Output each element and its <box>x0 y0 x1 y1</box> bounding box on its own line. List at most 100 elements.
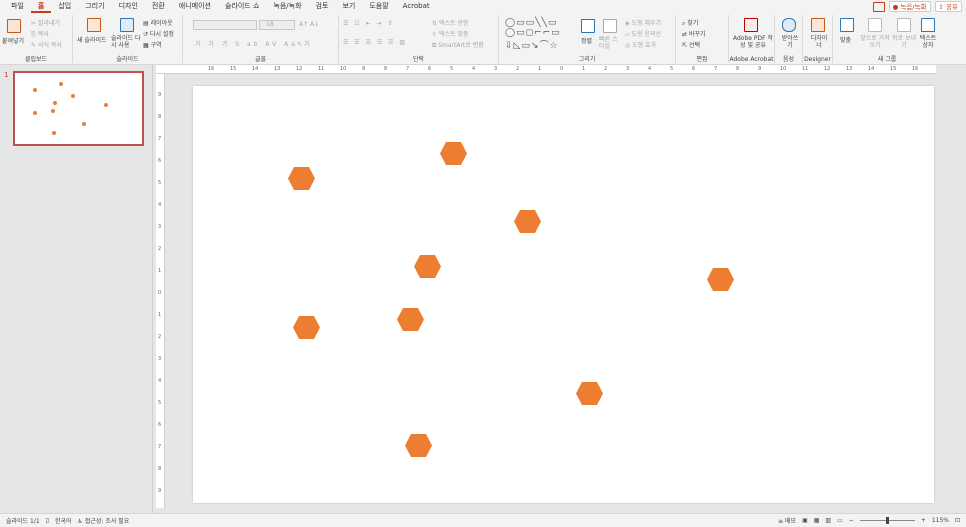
reuse-slides-icon[interactable] <box>120 18 134 32</box>
fit-button[interactable]: 맞춤 <box>840 35 851 44</box>
font-size-combo[interactable]: 18 <box>259 20 295 30</box>
designer-icon[interactable] <box>811 18 825 32</box>
text-direction-button[interactable]: ⇅ 텍스트 방향 <box>432 18 468 27</box>
group-editing: ⌕ 찾기 ⇄ 바꾸기 ⇱ 선택 편집 <box>676 15 729 63</box>
zoom-out-icon[interactable]: − <box>849 517 854 524</box>
hexagon-shape[interactable] <box>440 142 467 165</box>
normal-view-icon[interactable]: ▣ <box>802 517 808 524</box>
tab-file[interactable]: 파일 <box>4 0 31 13</box>
slide-sorter-icon[interactable]: ▦ <box>814 517 820 524</box>
layout-button[interactable]: ▤ 레이아웃 <box>143 18 173 27</box>
hexagon-shape[interactable] <box>405 434 432 457</box>
tab-design[interactable]: 디자인 <box>112 0 145 13</box>
paste-button[interactable]: 붙여넣기 <box>2 36 24 45</box>
language-indicator[interactable]: 한국어 <box>55 516 72 525</box>
hexagon-shape[interactable] <box>576 382 603 405</box>
dictate-button[interactable]: 받아쓰기 <box>779 35 801 49</box>
notes-button[interactable]: ≡ 메모 <box>778 516 796 525</box>
hexagon-fill <box>397 308 424 331</box>
zoom-level[interactable]: 115% <box>932 517 949 524</box>
hexagon-shape[interactable] <box>397 308 424 331</box>
tab-animations[interactable]: 애니메이션 <box>172 0 218 13</box>
copy-button[interactable]: ⎘ 복사 <box>31 29 49 39</box>
select-button[interactable]: ⇱ 선택 <box>682 40 700 49</box>
send-backward-icon[interactable] <box>897 18 911 32</box>
replace-button[interactable]: ⇄ 바꾸기 <box>682 29 706 38</box>
textbox-icon[interactable] <box>921 18 935 32</box>
hexagon-shape[interactable] <box>514 210 541 233</box>
font-format-icons[interactable]: 가 가 가 S ab AV Aa <box>195 39 298 48</box>
tab-review[interactable]: 검토 <box>309 0 336 13</box>
quick-styles-icon[interactable] <box>603 19 617 33</box>
tab-insert[interactable]: 삽입 <box>51 0 78 13</box>
shape-outline-button[interactable]: ▱ 도형 윤곽선 <box>625 29 661 38</box>
shapes-gallery[interactable]: ◯▭▭╲╲▭ ◯▭◻⌐⌐▭ ⇩◺▭↘⌒☆ <box>505 18 561 51</box>
ruler-tick-label: 0 <box>560 66 564 72</box>
bring-forward-button[interactable]: 앞으로 가져오기 <box>858 35 892 49</box>
shape-fill-label: 도형 채우기 <box>631 20 662 27</box>
section-button[interactable]: ▦ 구역 <box>143 40 162 49</box>
tab-transitions[interactable]: 전환 <box>145 0 172 13</box>
paste-icon[interactable] <box>7 19 21 33</box>
tab-draw[interactable]: 그리기 <box>78 0 111 13</box>
tab-home[interactable]: 홈 <box>30 0 52 13</box>
microphone-icon[interactable] <box>782 18 796 32</box>
font-name-combo[interactable] <box>193 20 257 30</box>
shape-effects-button[interactable]: ◎ 도형 효과 <box>625 40 656 49</box>
new-slide-button[interactable]: 새 슬라이드 <box>77 35 107 44</box>
create-pdf-button[interactable]: Adobe PDF 작성 및 공유 <box>732 35 774 49</box>
zoom-slider-thumb[interactable] <box>885 517 889 524</box>
cut-button[interactable]: ✂ 잘라내기 <box>31 18 60 27</box>
quick-styles-button[interactable]: 빠른 스타일 <box>599 36 621 50</box>
find-button[interactable]: ⌕ 찾기 <box>682 18 698 28</box>
cut-label: 잘라내기 <box>37 20 61 27</box>
designer-button[interactable]: 디자이너 <box>809 35 829 49</box>
new-slide-icon[interactable] <box>87 18 101 32</box>
hexagon-shape[interactable] <box>293 316 320 339</box>
ruler-tick-label: 15 <box>230 66 237 72</box>
reset-button[interactable]: ↺ 다시 설정 <box>143 29 174 38</box>
acrobat-icon[interactable] <box>744 18 758 32</box>
ruler-tick-label: 12 <box>296 66 303 72</box>
reuse-slides-button[interactable]: 슬라이드 다시 사용 <box>111 35 145 49</box>
fit-slide-icon[interactable]: ⊡ <box>955 517 960 524</box>
slide-canvas[interactable] <box>193 86 934 503</box>
font-color-icon[interactable]: ✎ 가 <box>297 39 309 48</box>
bring-forward-icon[interactable] <box>868 18 882 32</box>
arrange-icon[interactable] <box>581 19 595 33</box>
format-painter-label: 서식 복사 <box>37 42 62 49</box>
slide-thumbnail[interactable] <box>13 71 144 146</box>
accessibility-button[interactable]: ♿ 접근성: 조사 필요 <box>78 516 130 525</box>
hexagon-shape[interactable] <box>707 268 734 291</box>
grow-font-icon[interactable]: A↑ A↓ <box>299 21 319 28</box>
spellcheck-icon[interactable]: ▯ <box>46 517 49 524</box>
tab-help[interactable]: 도움말 <box>362 0 395 13</box>
tab-record[interactable]: 녹음/녹화 <box>266 0 308 13</box>
thumbnail-dot <box>33 111 37 115</box>
tab-slideshow[interactable]: 슬라이드 쇼 <box>218 0 266 13</box>
comment-icon[interactable] <box>872 1 885 12</box>
list-icons[interactable]: ☰ ☷ ⇤ ⇥ ↕ <box>343 20 394 27</box>
smartart-button[interactable]: ⧉ SmartArt로 변환 <box>432 40 484 50</box>
zoom-in-icon[interactable]: + <box>921 517 926 524</box>
slideshow-icon[interactable]: ▭ <box>837 517 843 524</box>
record-button[interactable]: ● 녹음/녹화 <box>888 1 931 12</box>
align-text-button[interactable]: ⇳ 텍스트 맞춤 <box>432 29 468 38</box>
hexagon-shape[interactable] <box>288 167 315 190</box>
group-font: 18 A↑ A↓ 가 가 가 S ab AV Aa ✎ 가 글꼴 <box>183 15 339 63</box>
textbox-button[interactable]: 텍스트 상자 <box>917 35 939 49</box>
hexagon-shape[interactable] <box>414 255 441 278</box>
send-backward-button[interactable]: 뒤로 보내기 <box>891 35 917 49</box>
format-painter-button[interactable]: ✎ 서식 복사 <box>31 40 62 49</box>
shape-fill-button[interactable]: ◈ 도형 채우기 <box>625 18 661 27</box>
editing-label: 편집 <box>696 56 708 63</box>
share-button[interactable]: ⇪ 공유 <box>934 1 962 12</box>
arrange-button[interactable]: 정렬 <box>581 36 592 45</box>
tab-acrobat[interactable]: Acrobat <box>396 0 437 13</box>
align-icons[interactable]: ☰ ☰ ☰ ☰ ☰ ▥ <box>343 39 407 46</box>
zoom-slider[interactable] <box>859 517 915 524</box>
reading-view-icon[interactable]: ▥ <box>825 517 831 524</box>
tab-view[interactable]: 보기 <box>335 0 362 13</box>
hexagon-fill <box>576 382 603 405</box>
fit-icon[interactable] <box>840 18 854 32</box>
